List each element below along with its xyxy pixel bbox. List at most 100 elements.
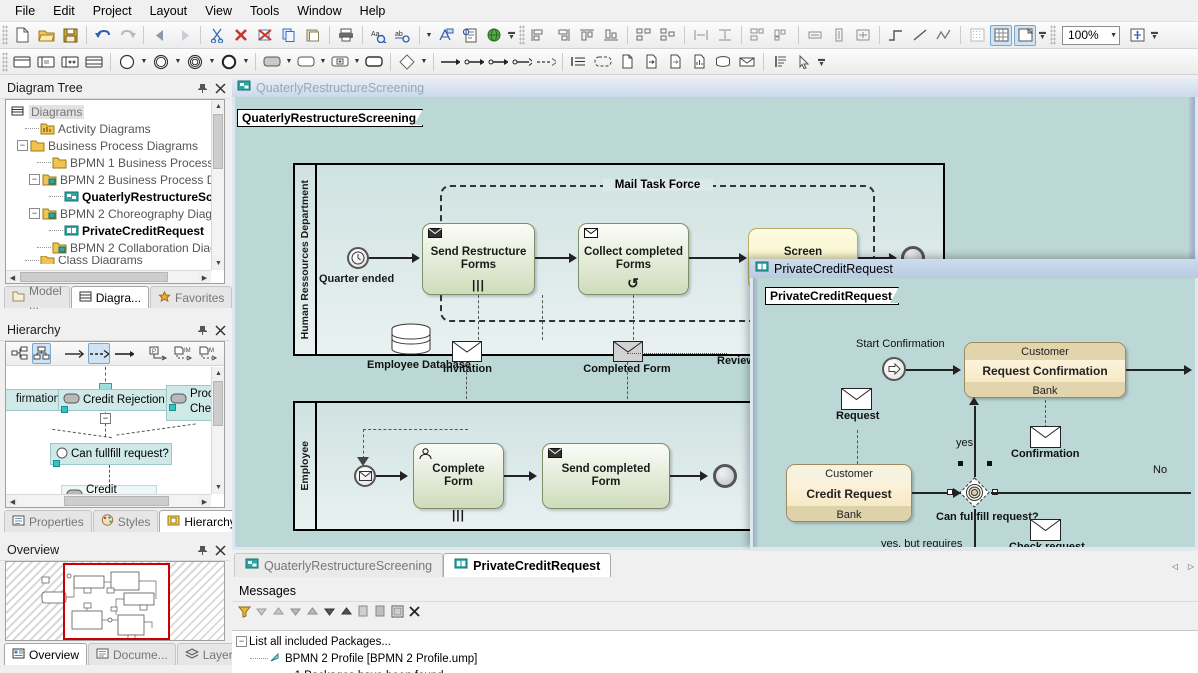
- next-message-icon[interactable]: [338, 604, 354, 620]
- match-height-icon[interactable]: [771, 25, 793, 46]
- sequence-flow-icon[interactable]: [439, 51, 461, 72]
- hierarchy-node-confirmation[interactable]: firmation: [6, 389, 66, 411]
- save-icon[interactable]: [59, 25, 81, 46]
- toolbar-overflow-icon[interactable]: ▬ ▼: [506, 24, 517, 46]
- selection-handle[interactable]: [947, 489, 953, 495]
- grid-on-icon[interactable]: [990, 24, 1012, 46]
- task-icon[interactable]: [261, 51, 283, 72]
- group-icon[interactable]: [592, 51, 614, 72]
- scroll-left-icon[interactable]: ◀: [6, 495, 19, 507]
- orthogonal-line-icon[interactable]: [885, 25, 907, 46]
- open-folder-icon[interactable]: [35, 25, 57, 46]
- fit-page-icon[interactable]: [1126, 25, 1148, 46]
- prev-error-icon[interactable]: [253, 604, 269, 620]
- tab-scroll-left-icon[interactable]: ◁: [1168, 559, 1182, 573]
- collapse-toggle-icon[interactable]: −: [29, 174, 40, 185]
- mdi-window-title-bar[interactable]: QuaterlyRestructureScreening: [232, 78, 1198, 97]
- distribute-horizontal-icon[interactable]: [633, 25, 655, 46]
- copy-icon[interactable]: [355, 604, 371, 620]
- chevron-down-icon[interactable]: ▼: [424, 25, 434, 46]
- scroll-right-icon[interactable]: ▶: [198, 495, 211, 507]
- collapse-toggle-icon[interactable]: −: [100, 413, 111, 424]
- data-store-employee-database[interactable]: [390, 323, 432, 362]
- menu-layout[interactable]: Layout: [141, 2, 197, 20]
- paste-icon[interactable]: [302, 25, 324, 46]
- space-horizontal-icon[interactable]: [690, 25, 712, 46]
- close-icon[interactable]: [212, 80, 228, 96]
- task-collect-completed-forms[interactable]: Collect completed Forms ↺: [578, 223, 689, 295]
- web-export-icon[interactable]: [483, 25, 505, 46]
- copy-icon[interactable]: [278, 25, 300, 46]
- scroll-right-icon[interactable]: ▶: [198, 271, 211, 283]
- node-handle[interactable]: [53, 460, 60, 467]
- pool-icon[interactable]: [11, 51, 33, 72]
- tree-item-bpmn1-business-process[interactable]: BPMN 1 Business Process Dia: [9, 154, 211, 171]
- data-object-icon[interactable]: [616, 51, 638, 72]
- scroll-thumb[interactable]: [213, 114, 223, 169]
- overview-body[interactable]: [5, 561, 225, 641]
- doc-tab-private-credit-request[interactable]: PrivateCreditRequest: [443, 553, 612, 577]
- selection-handle[interactable]: [958, 461, 963, 466]
- end-event-icon[interactable]: [218, 51, 240, 72]
- find-replace-icon[interactable]: ab: [392, 25, 414, 46]
- hierarchy-node-gateway[interactable]: Can fullfill request?: [50, 443, 172, 467]
- end-event-icon[interactable]: [713, 464, 737, 488]
- clear-icon[interactable]: [406, 604, 422, 620]
- grid-off-icon[interactable]: [966, 25, 988, 46]
- copy-all-icon[interactable]: [372, 604, 388, 620]
- toolbar-overflow-icon[interactable]: ▬ ▼: [1037, 24, 1048, 46]
- chevron-down-icon[interactable]: ▼: [352, 51, 362, 72]
- scroll-up-icon[interactable]: ▲: [212, 367, 224, 380]
- tab-scroll-right-icon[interactable]: ▷: [1184, 559, 1198, 573]
- dashed-arrow-icon[interactable]: [88, 343, 110, 364]
- out-message-icon[interactable]: M: [197, 343, 219, 364]
- hierarchy-node-credit-request[interactable]: Credit Request: [61, 484, 157, 494]
- match-size-icon[interactable]: [852, 25, 874, 46]
- copy-to-clipboard-icon[interactable]: [389, 604, 405, 620]
- cut-icon[interactable]: [206, 25, 228, 46]
- message-start-event-icon[interactable]: [354, 465, 376, 487]
- page-boundaries-icon[interactable]: [1014, 24, 1036, 46]
- align-right-icon[interactable]: [552, 25, 574, 46]
- start-event-icon[interactable]: [116, 51, 138, 72]
- data-store-icon[interactable]: [688, 51, 710, 72]
- menu-view[interactable]: View: [196, 2, 241, 20]
- choreography-task-request-confirmation[interactable]: Customer Request Confirmation Bank: [964, 342, 1126, 398]
- chevron-down-icon[interactable]: ▼: [419, 51, 429, 72]
- message-row[interactable]: − List all included Packages...: [232, 633, 1198, 650]
- message-row[interactable]: BPMN 2 Profile [BPMN 2 Profile.ump]: [232, 650, 1198, 667]
- distribute-vertical-icon[interactable]: [657, 25, 679, 46]
- mdi-window-private-credit-request[interactable]: PrivateCreditRequest PrivateCreditReques…: [750, 259, 1198, 550]
- tab-model[interactable]: Model ...: [4, 284, 70, 312]
- toolbar-grip[interactable]: [1050, 25, 1056, 45]
- message-icon[interactable]: IM: [222, 343, 224, 364]
- diagram-tree-hscrollbar[interactable]: ◀ ▶: [6, 270, 211, 283]
- tab-properties[interactable]: Properties: [4, 510, 92, 532]
- lane-icon[interactable]: [35, 51, 57, 72]
- pin-icon[interactable]: [194, 80, 210, 96]
- doc-tab-quaterly-restructure-screening[interactable]: QuaterlyRestructureScreening: [234, 553, 444, 577]
- tree-item-bpmn2-business-process[interactable]: − BPMN 2 Business Process Dia: [9, 171, 211, 188]
- association-icon[interactable]: [487, 51, 509, 72]
- chevron-down-icon[interactable]: ▼: [139, 51, 149, 72]
- diagram-tree-vscrollbar[interactable]: ▲ ▼: [211, 100, 224, 270]
- database-icon[interactable]: [712, 51, 734, 72]
- prev-warning-icon[interactable]: [287, 604, 303, 620]
- hierarchy-vscrollbar[interactable]: ▲ ▼: [211, 367, 224, 494]
- diagram-tree-list[interactable]: Diagrams Activity Diagrams − Business Pr…: [6, 100, 211, 270]
- close-icon[interactable]: [212, 542, 228, 558]
- tree-item-diagrams[interactable]: Diagrams: [9, 103, 211, 120]
- message-icon[interactable]: [736, 51, 758, 72]
- message-flow-icon[interactable]: [463, 51, 485, 72]
- toolbar-grip[interactable]: [2, 25, 8, 45]
- filter-icon[interactable]: [236, 604, 252, 620]
- delete-all-icon[interactable]: [254, 25, 276, 46]
- data-input-icon[interactable]: [640, 51, 662, 72]
- find-icon[interactable]: Aa: [368, 25, 390, 46]
- pin-icon[interactable]: [194, 542, 210, 558]
- chevron-down-icon[interactable]: ▼: [318, 51, 328, 72]
- tree-item-bpmn2-choreography[interactable]: − BPMN 2 Choreography Diagra: [9, 205, 211, 222]
- message-invitation-icon[interactable]: [452, 341, 482, 365]
- tree-item-class-diagrams[interactable]: Class Diagrams: [9, 256, 211, 264]
- zoom-level-combo[interactable]: 100% ▼: [1062, 25, 1120, 45]
